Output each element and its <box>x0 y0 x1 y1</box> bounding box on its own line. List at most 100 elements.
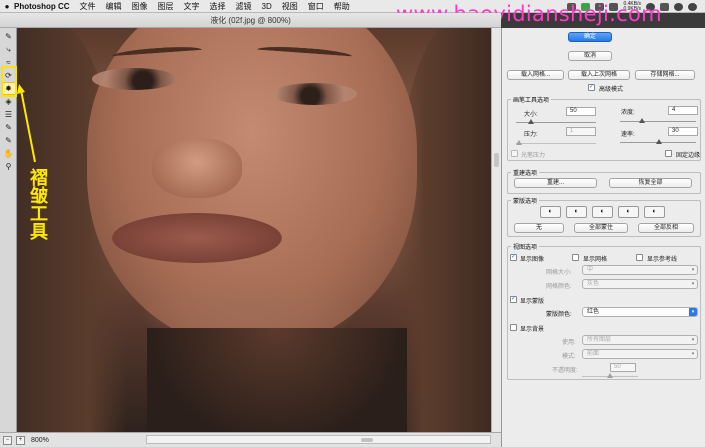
window-title: 液化 (02f.jpg @ 800%) <box>0 13 501 28</box>
size-field[interactable]: 50 <box>566 107 596 116</box>
menu-help[interactable]: 帮助 <box>334 1 350 12</box>
use-label: 使用: <box>562 340 576 346</box>
pin-edges-label: 固定边缘 <box>676 153 701 159</box>
show-mesh-checkbox[interactable] <box>572 254 579 261</box>
mesh-size-value: 中 <box>587 267 594 273</box>
user-icon[interactable] <box>674 2 683 11</box>
hand-tool-icon[interactable]: ✋ <box>2 148 15 159</box>
mask-add-icon[interactable]: ◐ <box>566 206 587 218</box>
menu-layer[interactable]: 图层 <box>158 1 174 12</box>
load-last-mesh-button[interactable]: 载入上次网格 <box>568 70 630 80</box>
rate-slider[interactable] <box>620 139 696 144</box>
zoom-tool-icon[interactable]: ⚲ <box>2 161 15 172</box>
cancel-button[interactable]: 取消 <box>568 51 612 61</box>
size-label: 大小: <box>524 112 538 118</box>
mask-color-select[interactable]: 红色 ▾ <box>582 307 698 317</box>
options-panel: 确定 取消 载入网格... 载入上次网格 存储网格... ✓ 高级模式 画笔工具… <box>501 28 705 447</box>
show-image-label: 显示图像 <box>520 257 545 263</box>
zoom-out-icon[interactable]: − <box>3 435 12 445</box>
mode-select[interactable]: 前面 ▾ <box>582 349 698 359</box>
horizontal-scrollbar[interactable] <box>146 435 491 444</box>
show-mask-checkbox[interactable]: ✓ <box>510 296 517 303</box>
image-canvas[interactable] <box>17 28 491 432</box>
density-field[interactable]: 4 <box>668 106 698 115</box>
mesh-color-label: 网格颜色: <box>546 284 572 290</box>
mask-all-button[interactable]: 全部蒙住 <box>574 223 628 233</box>
rate-field[interactable]: 30 <box>668 127 698 136</box>
stylus-pressure-checkbox[interactable] <box>511 150 518 157</box>
thaw-mask-tool-icon[interactable]: ✎ <box>2 135 15 146</box>
pressure-slider[interactable] <box>516 140 596 145</box>
mask-invert-icon[interactable]: ◐ <box>644 206 665 218</box>
menu-image[interactable]: 图像 <box>132 1 148 12</box>
opacity-slider[interactable] <box>582 373 638 378</box>
chevron-down-icon: ▾ <box>691 337 695 343</box>
menu-type[interactable]: 文字 <box>184 1 200 12</box>
show-image-checkbox[interactable]: ✓ <box>510 254 517 261</box>
search-icon[interactable] <box>688 2 697 11</box>
vertical-scroll-thumb[interactable] <box>494 153 499 167</box>
restore-all-button[interactable]: 恢复全部 <box>609 178 692 188</box>
mesh-size-select[interactable]: 中 ▾ <box>582 265 698 275</box>
show-guides-label: 显示参考线 <box>647 257 678 263</box>
mesh-color-select[interactable]: 灰色 ▾ <box>582 279 698 289</box>
opacity-field[interactable]: 50 <box>610 363 636 372</box>
size-slider[interactable] <box>516 119 596 124</box>
reconstruct-button[interactable]: 重建... <box>514 178 597 188</box>
reconstruct-tool-icon[interactable]: ⤷ <box>2 44 15 55</box>
right-eye <box>272 83 357 105</box>
menu-view[interactable]: 视图 <box>282 1 298 12</box>
mask-replace-icon[interactable]: ◐ <box>540 206 561 218</box>
mask-subtract-icon[interactable]: ◐ <box>592 206 613 218</box>
mask-intersect-icon[interactable]: ◐ <box>618 206 639 218</box>
push-left-tool-icon[interactable]: ☰ <box>2 109 15 120</box>
chevron-down-icon: ▾ <box>691 281 695 287</box>
horizontal-scroll-thumb[interactable] <box>361 438 373 442</box>
mode-value: 前面 <box>587 351 600 357</box>
vertical-scrollbar[interactable] <box>491 28 501 432</box>
mesh-size-label: 网格大小: <box>546 270 572 276</box>
density-label: 浓度: <box>621 110 635 116</box>
menu-window[interactable]: 窗口 <box>308 1 324 12</box>
invert-all-button[interactable]: 全部反相 <box>638 223 694 233</box>
show-mask-label: 显示蒙版 <box>520 299 545 305</box>
app-menu[interactable]: Photoshop CC <box>14 2 70 11</box>
freeze-mask-tool-icon[interactable]: ✎ <box>2 122 15 133</box>
density-slider-knob[interactable] <box>639 118 645 123</box>
stylus-pressure-label: 光笔压力 <box>521 153 546 159</box>
bloat-tool-icon[interactable]: ◈ <box>2 96 15 107</box>
ok-button[interactable]: 确定 <box>568 32 612 42</box>
zoom-level[interactable]: 800% <box>31 437 71 444</box>
pressure-slider-knob[interactable] <box>516 140 522 145</box>
apple-menu-icon[interactable]: ● <box>0 2 14 11</box>
chevron-down-icon: ▾ <box>691 267 695 273</box>
menu-file[interactable]: 文件 <box>80 1 96 12</box>
mask-options-title: 蒙版选项 <box>511 196 540 205</box>
menu-filter[interactable]: 滤镜 <box>236 1 252 12</box>
save-mesh-button[interactable]: 存储网格... <box>635 70 695 80</box>
pressure-field[interactable]: 1 <box>566 127 596 136</box>
load-mesh-button[interactable]: 载入网格... <box>507 70 564 80</box>
density-slider[interactable] <box>620 118 696 123</box>
rate-label: 速率: <box>621 132 635 138</box>
show-backdrop-checkbox[interactable] <box>510 324 517 331</box>
advanced-mode-checkbox[interactable]: ✓ <box>588 84 595 91</box>
brush-options-title: 画笔工具选项 <box>511 95 552 104</box>
mask-mode-row: ◐ ◐ ◐ ◐ ◐ <box>540 206 670 218</box>
mask-none-button[interactable]: 无 <box>514 223 564 233</box>
size-slider-knob[interactable] <box>528 119 534 124</box>
menu-edit[interactable]: 编辑 <box>106 1 122 12</box>
menu-select[interactable]: 选择 <box>210 1 226 12</box>
use-select[interactable]: 所有图层 ▾ <box>582 335 698 345</box>
use-value: 所有图层 <box>587 337 612 343</box>
menu-3d[interactable]: 3D <box>262 2 272 11</box>
lips <box>112 213 282 263</box>
zoom-in-icon[interactable]: + <box>16 435 25 445</box>
mode-label: 模式: <box>562 354 576 360</box>
pin-edges-checkbox[interactable] <box>665 150 672 157</box>
forward-warp-tool-icon[interactable]: ✎ <box>2 31 15 42</box>
opacity-slider-knob[interactable] <box>607 373 613 378</box>
annotation-label: 褶皱工具 <box>27 168 48 240</box>
rate-slider-knob[interactable] <box>656 139 662 144</box>
show-guides-checkbox[interactable] <box>636 254 643 261</box>
